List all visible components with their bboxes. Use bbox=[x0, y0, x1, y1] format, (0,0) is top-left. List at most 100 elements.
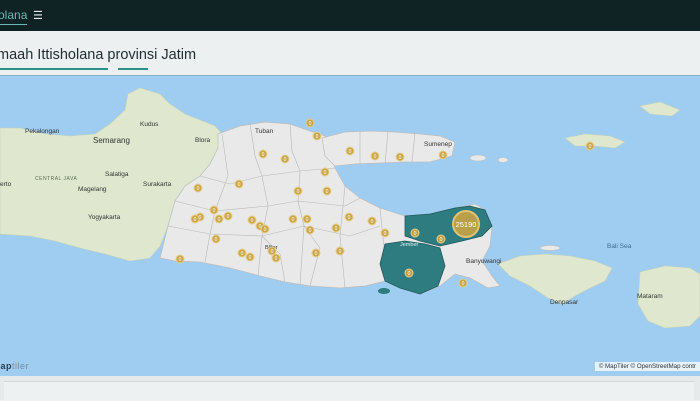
zero-marker-label: 0 bbox=[442, 153, 445, 159]
zero-marker-label: 0 bbox=[309, 228, 312, 234]
zero-marker-label: 0 bbox=[589, 144, 592, 150]
zero-marker[interactable]: 0 bbox=[214, 214, 224, 224]
zero-marker[interactable]: 0 bbox=[305, 225, 315, 235]
kangean-islands bbox=[564, 133, 626, 149]
zero-marker-label: 0 bbox=[249, 255, 252, 261]
maptiler-logo-tiler: tiler bbox=[12, 361, 30, 371]
zero-marker[interactable]: 0 bbox=[458, 278, 468, 288]
zero-marker-label: 0 bbox=[215, 237, 218, 243]
zero-marker-label: 0 bbox=[315, 251, 318, 257]
zero-marker-label: 0 bbox=[297, 189, 300, 195]
zero-marker[interactable]: 0 bbox=[320, 167, 330, 177]
province-map[interactable]: Pekalongan Semarang Kudus Blora Tuban Su… bbox=[0, 75, 700, 377]
zero-marker-label: 0 bbox=[251, 218, 254, 224]
zero-marker[interactable]: 0 bbox=[404, 268, 414, 278]
label-kudus: Kudus bbox=[140, 121, 159, 128]
zero-marker-label: 0 bbox=[414, 231, 417, 237]
label-blora: Blora bbox=[195, 137, 211, 144]
zero-marker-label: 0 bbox=[238, 182, 241, 188]
zero-marker[interactable]: 0 bbox=[305, 118, 315, 128]
zero-marker-label: 0 bbox=[213, 208, 216, 214]
bali-island bbox=[497, 253, 613, 305]
zero-marker[interactable]: 0 bbox=[258, 149, 268, 159]
zero-marker[interactable]: 0 bbox=[271, 253, 281, 263]
brand-link[interactable]: olana bbox=[0, 8, 28, 25]
highlighted-islet bbox=[378, 288, 390, 294]
highlighted-regency-jember[interactable] bbox=[379, 240, 446, 295]
zero-marker[interactable]: 0 bbox=[335, 246, 345, 256]
zero-marker[interactable]: 0 bbox=[280, 154, 290, 164]
zero-marker[interactable]: 0 bbox=[370, 151, 380, 161]
zero-marker-label: 0 bbox=[179, 257, 182, 263]
maptiler-logo[interactable]: maptiler bbox=[0, 361, 29, 371]
bottom-panel bbox=[0, 376, 700, 401]
zero-marker[interactable]: 0 bbox=[344, 212, 354, 222]
zero-marker[interactable]: 0 bbox=[395, 152, 405, 162]
zero-marker[interactable]: 0 bbox=[293, 186, 303, 196]
zero-marker[interactable]: 0 bbox=[410, 228, 420, 238]
zero-marker[interactable]: 0 bbox=[345, 146, 355, 156]
zero-marker[interactable]: 0 bbox=[260, 224, 270, 234]
hamburger-menu-icon[interactable]: ☰ bbox=[33, 9, 43, 22]
zero-marker-label: 0 bbox=[326, 189, 329, 195]
cluster-count-label: 25190 bbox=[456, 220, 477, 229]
zero-marker[interactable]: 0 bbox=[380, 228, 390, 238]
zero-marker[interactable]: 0 bbox=[209, 205, 219, 215]
zero-marker[interactable]: 0 bbox=[223, 211, 233, 221]
zero-marker[interactable]: 0 bbox=[438, 150, 448, 160]
zero-marker-label: 0 bbox=[374, 154, 377, 160]
bottom-card bbox=[4, 381, 694, 401]
zero-marker-label: 0 bbox=[462, 281, 465, 287]
map-attribution[interactable]: © MapTiler © OpenStreetMap contr bbox=[594, 362, 700, 371]
zero-marker-label: 0 bbox=[275, 256, 278, 262]
zero-marker[interactable]: 0 bbox=[190, 214, 200, 224]
zero-marker-label: 0 bbox=[384, 231, 387, 237]
label-denpasar: Denpasar bbox=[550, 299, 579, 306]
zero-marker[interactable]: 0 bbox=[211, 234, 221, 244]
zero-marker-label: 0 bbox=[284, 157, 287, 163]
zero-marker-label: 0 bbox=[227, 214, 230, 220]
label-pekalongan: Pekalongan bbox=[25, 128, 60, 135]
zero-marker-label: 0 bbox=[440, 237, 443, 243]
zero-marker-label: 0 bbox=[371, 219, 374, 225]
zero-marker-label: 0 bbox=[218, 217, 221, 223]
label-banyuwangi: Banyuwangi bbox=[466, 258, 501, 265]
label-jember: Jember bbox=[400, 242, 419, 248]
zero-marker-label: 0 bbox=[197, 186, 200, 192]
page-header: maah Ittisholana provinsi Jatim bbox=[0, 31, 700, 75]
zero-marker-label: 0 bbox=[408, 271, 411, 277]
zero-marker[interactable]: 0 bbox=[245, 252, 255, 262]
zero-marker-label: 0 bbox=[292, 217, 295, 223]
zero-marker[interactable]: 0 bbox=[585, 141, 595, 151]
zero-marker[interactable]: 0 bbox=[436, 234, 446, 244]
east-small-islands bbox=[639, 101, 681, 117]
zero-marker-label: 0 bbox=[271, 249, 274, 255]
zero-marker[interactable]: 0 bbox=[302, 214, 312, 224]
zero-marker[interactable]: 0 bbox=[234, 179, 244, 189]
zero-marker-label: 0 bbox=[194, 217, 197, 223]
title-underline-accent bbox=[118, 68, 148, 70]
small-island bbox=[539, 245, 561, 251]
label-surakarta: Surakarta bbox=[143, 181, 172, 188]
label-semarang: Semarang bbox=[93, 136, 130, 145]
zero-marker-label: 0 bbox=[339, 249, 342, 255]
zero-marker[interactable]: 0 bbox=[312, 131, 322, 141]
madura-island bbox=[321, 130, 456, 167]
zero-marker[interactable]: 0 bbox=[193, 183, 203, 193]
zero-marker[interactable]: 0 bbox=[247, 215, 257, 225]
zero-marker[interactable]: 0 bbox=[311, 248, 321, 258]
map-canvas[interactable]: Pekalongan Semarang Kudus Blora Tuban Su… bbox=[0, 76, 700, 376]
zero-marker-label: 0 bbox=[262, 152, 265, 158]
cluster-marker-large[interactable]: 25190 bbox=[452, 210, 480, 238]
zero-marker[interactable]: 0 bbox=[237, 248, 247, 258]
zero-marker[interactable]: 0 bbox=[175, 254, 185, 264]
zero-marker[interactable]: 0 bbox=[331, 223, 341, 233]
zero-marker-label: 0 bbox=[316, 134, 319, 140]
zero-marker[interactable]: 0 bbox=[367, 216, 377, 226]
label-magelang: Magelang bbox=[78, 186, 107, 193]
zero-marker[interactable]: 0 bbox=[288, 214, 298, 224]
zero-marker-label: 0 bbox=[399, 155, 402, 161]
zero-marker-label: 0 bbox=[306, 217, 309, 223]
label-tuban: Tuban bbox=[255, 128, 274, 135]
zero-marker[interactable]: 0 bbox=[322, 186, 332, 196]
